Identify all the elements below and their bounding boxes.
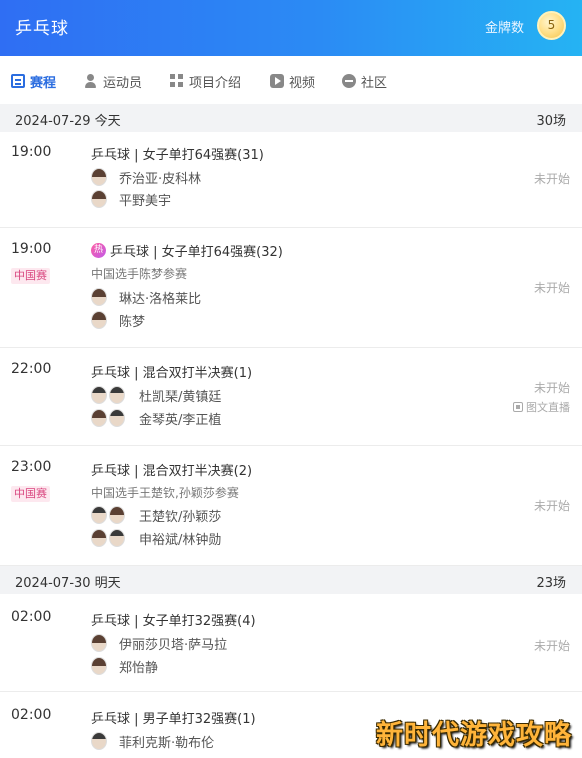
tab-athletes[interactable]: 运动员 (84, 71, 142, 91)
tab-event-intro[interactable]: 项目介绍 (170, 71, 241, 91)
china-match-badge: 中国赛 (11, 268, 50, 284)
avatar (91, 409, 107, 427)
match-row[interactable]: 19:00 中国赛 热 乒乓球 | 女子单打64强赛(32) 中国选手陈梦参赛 … (0, 228, 582, 348)
match-status: 未开始 (533, 281, 570, 295)
avatar-pair (91, 386, 127, 404)
player-row: 申裕斌/林钟勋 (91, 528, 221, 548)
match-count: 30场 (536, 114, 566, 129)
tab-label: 赛程 (30, 75, 57, 91)
player-name: 陈梦 (119, 314, 146, 330)
tab-video[interactable]: 视频 (270, 71, 315, 91)
player-name: 菲利克斯·勒布伦 (119, 735, 215, 751)
avatar (91, 311, 107, 329)
tab-community[interactable]: 社区 (342, 71, 387, 91)
match-title-text: 乒乓球 | 女子单打64强赛(32) (110, 245, 283, 260)
tab-label: 视频 (289, 75, 316, 91)
site-watermark: 新时代游戏攻略 (376, 720, 572, 751)
player-row: 平野美宇 (91, 189, 171, 209)
match-count: 23场 (536, 576, 566, 591)
avatar-pair (91, 529, 127, 547)
player-row: 琳达·洛格莱比 (91, 287, 201, 307)
date-header-today: 2024-07-29 今天 30场 (0, 104, 582, 132)
match-time: 02:00 (11, 609, 52, 625)
match-time: 19:00 (11, 241, 52, 257)
gold-count-label: 金牌数 (484, 21, 524, 36)
date-header-tomorrow: 2024-07-30 明天 23场 (0, 566, 582, 594)
match-status: 未开始 (533, 639, 570, 653)
match-title: 热 乒乓球 | 女子单打64强赛(32) (91, 241, 283, 260)
player-name: 平野美宇 (119, 193, 172, 209)
play-icon (270, 74, 284, 88)
app-title: 乒乓球 (15, 19, 69, 39)
tab-bar: 赛程 运动员 项目介绍 视频 社区 (0, 58, 582, 102)
match-status: 未开始 (533, 381, 570, 395)
match-time: 23:00 (11, 459, 52, 475)
avatar (91, 168, 107, 186)
chat-icon (342, 74, 356, 88)
grid-icon (170, 74, 184, 88)
gold-medal-badge[interactable]: 5 (537, 11, 566, 40)
live-text-icon (513, 402, 523, 412)
avatar (91, 732, 107, 750)
tab-label: 运动员 (103, 75, 143, 91)
match-row[interactable]: 23:00 中国赛 乒乓球 | 混合双打半决赛(2) 中国选手王楚钦,孙颖莎参赛… (0, 446, 582, 566)
player-row: 菲利克斯·勒布伦 (91, 731, 214, 751)
match-time: 22:00 (11, 361, 52, 377)
avatar (109, 409, 125, 427)
match-note: 中国选手王楚钦,孙颖莎参赛 (91, 486, 239, 500)
tab-label: 项目介绍 (189, 75, 242, 91)
player-row: 陈梦 (91, 310, 145, 330)
text-live-link[interactable]: 图文直播 (513, 399, 570, 415)
avatar (109, 386, 125, 404)
avatar (109, 506, 125, 524)
avatar (91, 288, 107, 306)
match-title: 乒乓球 | 混合双打半决赛(1) (91, 366, 253, 381)
avatar (91, 386, 107, 404)
match-status: 未开始 (533, 172, 570, 186)
match-title: 乒乓球 | 女子单打64强赛(31) (91, 148, 264, 163)
match-row[interactable]: 02:00 乒乓球 | 女子单打32强赛(4) 伊丽莎贝塔·萨马拉 郑怡静 未开… (0, 594, 582, 692)
match-time: 02:00 (11, 707, 52, 723)
avatar (91, 634, 107, 652)
avatar (109, 529, 125, 547)
player-name: 申裕斌/林钟勋 (139, 532, 222, 548)
player-name: 金琴英/李正植 (139, 412, 222, 428)
player-name: 郑怡静 (119, 660, 159, 676)
live-label: 图文直播 (526, 401, 570, 414)
match-time: 19:00 (11, 144, 52, 160)
china-match-badge: 中国赛 (11, 486, 50, 502)
player-name: 乔治亚·皮科林 (119, 171, 202, 187)
match-row[interactable]: 22:00 乒乓球 | 混合双打半决赛(1) 杜凯琹/黄镇廷 金琴英/李正植 未… (0, 348, 582, 446)
user-icon (84, 74, 98, 88)
avatar (91, 657, 107, 675)
avatar-pair (91, 506, 127, 524)
player-row: 杜凯琹/黄镇廷 (91, 385, 221, 405)
match-title: 乒乓球 | 混合双打半决赛(2) (91, 464, 253, 479)
match-note: 中国选手陈梦参赛 (91, 267, 188, 281)
player-row: 乔治亚·皮科林 (91, 167, 201, 187)
player-name: 琳达·洛格莱比 (119, 291, 202, 307)
player-row: 郑怡静 (91, 656, 158, 676)
calendar-icon (11, 74, 25, 88)
player-name: 伊丽莎贝塔·萨马拉 (119, 637, 228, 653)
date-label: 2024-07-29 今天 (15, 114, 121, 129)
tab-label: 社区 (361, 75, 388, 91)
match-status: 未开始 (533, 499, 570, 513)
player-name: 王楚钦/孙颖莎 (139, 509, 222, 525)
highlight-icon: 热 (91, 243, 106, 258)
date-label: 2024-07-30 明天 (15, 576, 121, 591)
match-title: 乒乓球 | 男子单打32强赛(1) (91, 712, 256, 727)
top-bar: 乒乓球 金牌数 5 (0, 0, 582, 56)
player-row: 伊丽莎贝塔·萨马拉 (91, 633, 227, 653)
match-row[interactable]: 19:00 乒乓球 | 女子单打64强赛(31) 乔治亚·皮科林 平野美宇 未开… (0, 132, 582, 228)
avatar (91, 529, 107, 547)
player-row: 金琴英/李正植 (91, 408, 221, 428)
player-name: 杜凯琹/黄镇廷 (139, 389, 222, 405)
player-row: 王楚钦/孙颖莎 (91, 505, 221, 525)
avatar-pair (91, 409, 127, 427)
avatar (91, 506, 107, 524)
avatar (91, 190, 107, 208)
tab-schedule[interactable]: 赛程 (11, 71, 56, 91)
match-title: 乒乓球 | 女子单打32强赛(4) (91, 614, 256, 629)
